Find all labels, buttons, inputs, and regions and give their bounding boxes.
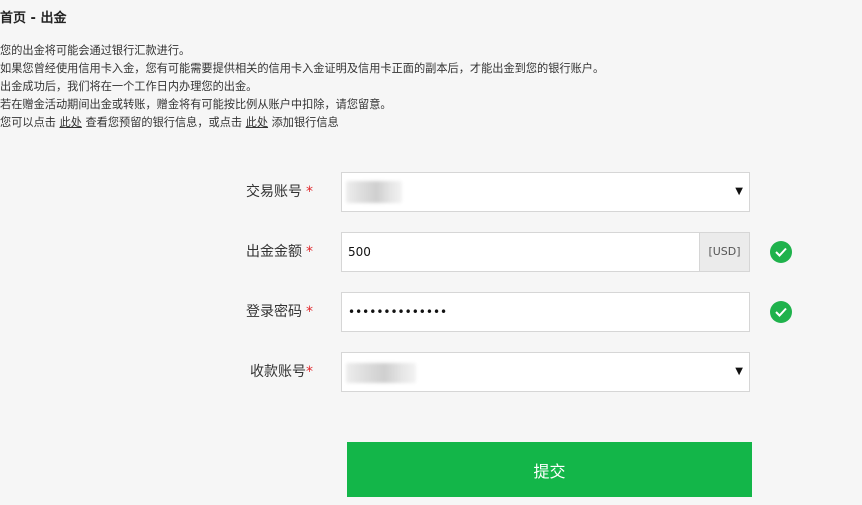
redacted-receive-value xyxy=(346,363,416,383)
account-label: 交易账号 * xyxy=(246,172,313,212)
receive-account-label-text: 收款账号 xyxy=(250,364,306,380)
notice-line-3: 出金成功后，我们将在一个工作日内办理您的出金。 xyxy=(0,80,258,93)
currency-addon: [USD] xyxy=(699,233,749,271)
amount-field: [USD] xyxy=(341,232,750,272)
receive-account-label: 收款账号* xyxy=(250,352,313,392)
password-field xyxy=(341,292,750,332)
amount-label: 出金金额 * xyxy=(246,232,313,272)
withdrawal-page: 首页 - 出金 您的出金将可能会通过银行汇款进行。 如果您曾经使用信用卡入金，您… xyxy=(0,0,862,505)
required-mark: * xyxy=(306,184,313,200)
required-mark: * xyxy=(306,364,313,380)
password-input[interactable] xyxy=(342,293,749,331)
notice-line-5: 您可以点击 此处 查看您预留的银行信息，或点击 此处 添加银行信息 xyxy=(0,114,604,132)
account-row: 交易账号 * ▼ xyxy=(0,172,862,212)
withdrawal-notice: 您的出金将可能会通过银行汇款进行。 如果您曾经使用信用卡入金，您有可能需要提供相… xyxy=(0,42,604,132)
amount-label-text: 出金金额 xyxy=(246,244,302,260)
check-circle-icon xyxy=(770,301,792,323)
account-label-text: 交易账号 xyxy=(246,184,302,200)
notice-line-4: 若在赠金活动期间出金或转账，赠金将有可能按比例从账户中扣除，请您留意。 xyxy=(0,98,392,111)
required-mark: * xyxy=(306,304,313,320)
notice-line-2: 如果您曾经使用信用卡入金，您有可能需要提供相关的信用卡入金证明及信用卡正面的副本… xyxy=(0,62,605,75)
receive-account-row: 收款账号* ▼ xyxy=(0,352,862,392)
breadcrumb: 首页 - 出金 xyxy=(0,11,67,26)
redacted-account-value xyxy=(346,181,402,203)
password-label-text: 登录密码 xyxy=(246,304,302,320)
caret-down-icon: ▼ xyxy=(735,366,743,377)
amount-row: 出金金额* [USD] xyxy=(0,232,862,272)
notice-line-5-text-a: 您可以点击 xyxy=(0,116,60,129)
account-select[interactable]: ▼ xyxy=(341,172,750,212)
amount-input[interactable] xyxy=(342,233,699,271)
notice-line-1: 您的出金将可能会通过银行汇款进行。 xyxy=(0,44,191,57)
submit-button[interactable]: 提交 xyxy=(347,442,752,497)
caret-down-icon: ▼ xyxy=(735,186,743,197)
notice-line-5-text-b: 查看您预留的银行信息，或点击 xyxy=(81,116,246,129)
password-label: 登录密码 * xyxy=(246,292,313,332)
receive-account-select[interactable]: ▼ xyxy=(341,352,750,392)
add-bank-info-link[interactable]: 此处 xyxy=(246,116,268,129)
view-bank-info-link[interactable]: 此处 xyxy=(60,116,82,129)
required-mark: * xyxy=(306,244,313,260)
check-circle-icon xyxy=(770,241,792,263)
notice-line-5-text-c: 添加银行信息 xyxy=(268,116,339,129)
password-row: 登录密码 * xyxy=(0,292,862,332)
